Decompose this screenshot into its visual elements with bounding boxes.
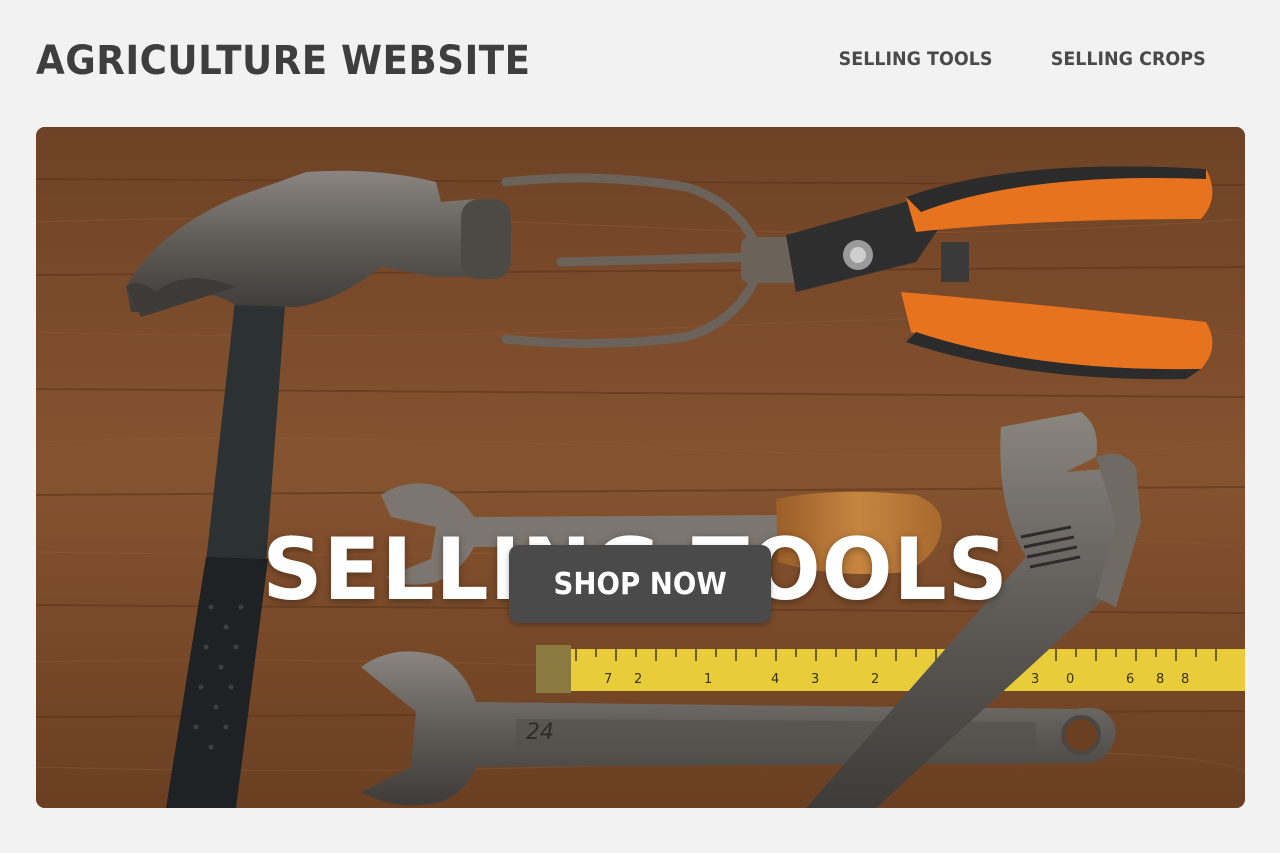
tape-mark: 3 — [811, 672, 819, 687]
tape-mark: 0 — [1066, 672, 1074, 687]
wrench-size-stamp: 24 — [526, 720, 554, 745]
nav-link-selling-tools[interactable]: SELLING TOOLS — [839, 48, 993, 70]
tape-mark: 1 — [704, 672, 712, 687]
shop-now-button[interactable]: SHOP NOW — [509, 545, 771, 623]
tape-mark: 8 — [1181, 672, 1189, 687]
main-nav: SELLING TOOLS SELLING CROPS — [832, 48, 1212, 70]
tape-mark: 7 — [604, 672, 612, 687]
hero-banner: 7 2 1 4 3 2 1 3 0 6 8 8 24 SELLING TOOLS… — [36, 127, 1245, 808]
tape-mark: 2 — [871, 672, 879, 687]
nav-link-selling-crops[interactable]: SELLING CROPS — [1050, 48, 1205, 70]
tape-mark: 8 — [1156, 672, 1164, 687]
tape-mark: 3 — [1031, 672, 1039, 687]
hero-tools-image: 7 2 1 4 3 2 1 3 0 6 8 8 24 — [36, 127, 1245, 808]
tape-mark: 2 — [634, 672, 642, 687]
tape-mark: 4 — [771, 672, 779, 687]
site-logo[interactable]: AGRICULTURE WEBSITE — [36, 38, 531, 84]
shop-now-label: SHOP NOW — [553, 566, 727, 602]
tape-mark: 6 — [1126, 672, 1134, 687]
site-header: AGRICULTURE WEBSITE SELLING TOOLS SELLIN… — [0, 0, 1280, 126]
